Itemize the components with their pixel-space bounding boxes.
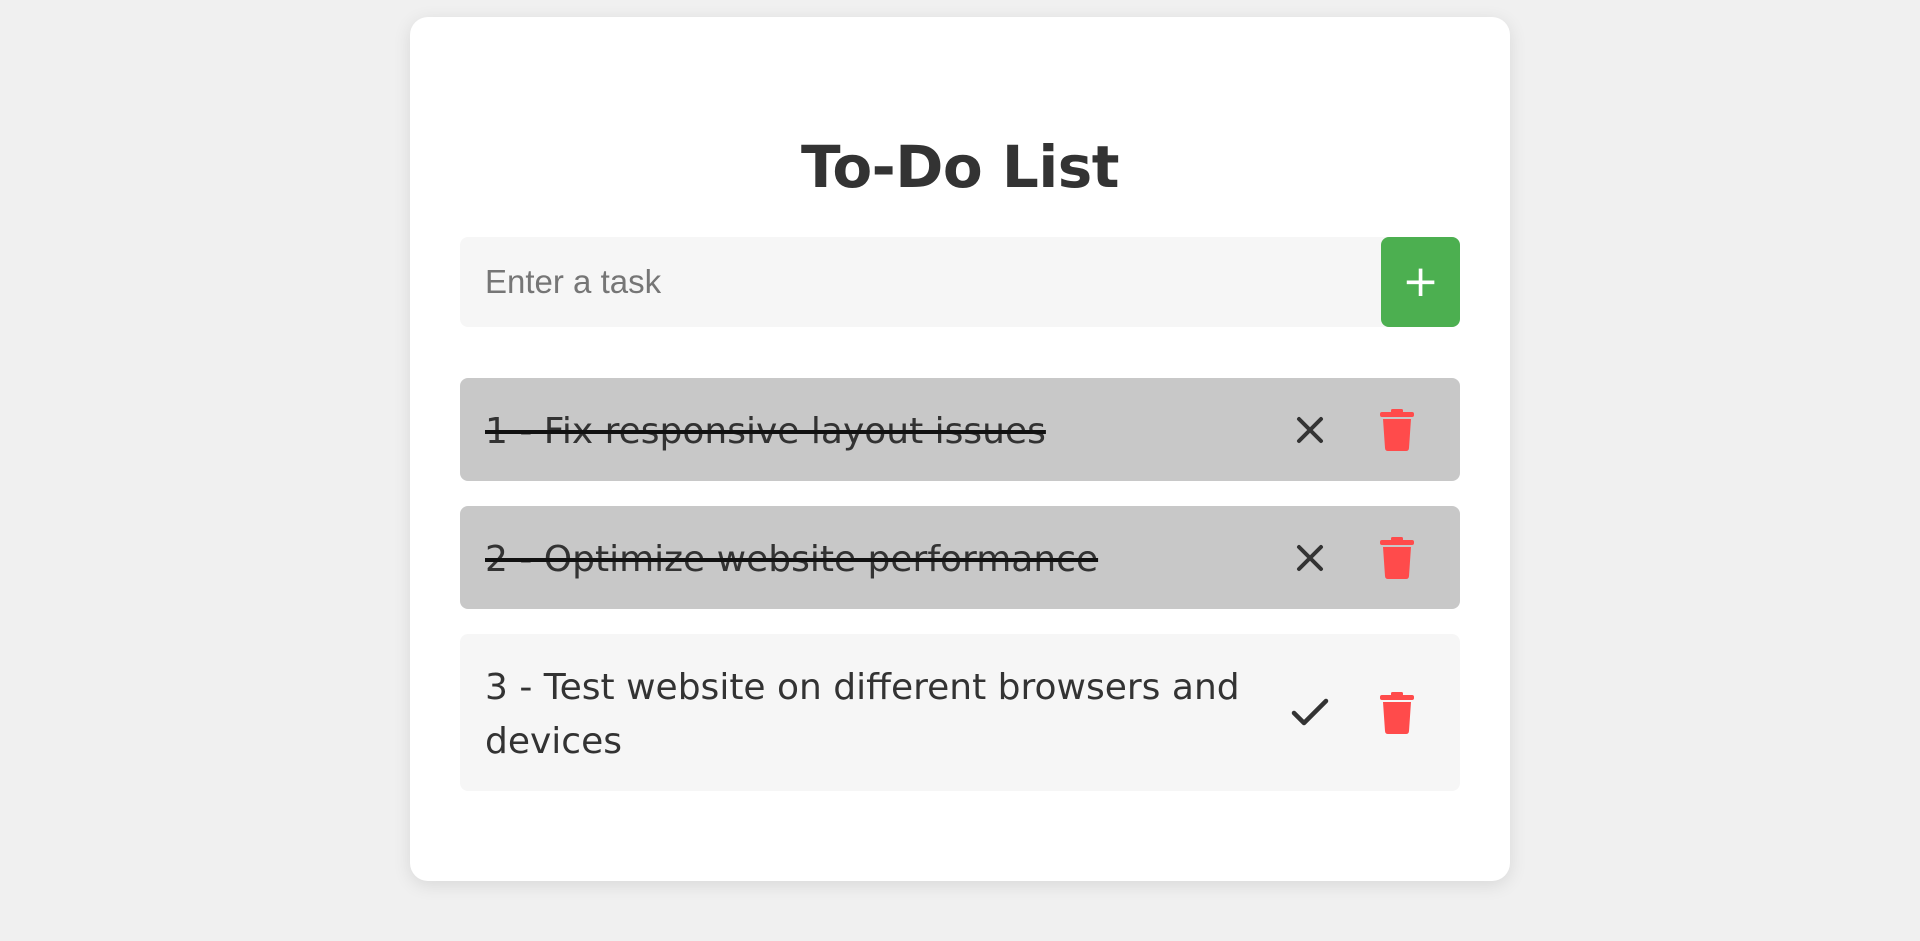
task-input[interactable]: [460, 237, 1389, 327]
add-task-form: +: [460, 237, 1460, 327]
delete-task-button[interactable]: [1370, 403, 1424, 457]
todo-card: To-Do List + 1 - Fix responsive layout i…: [410, 17, 1510, 881]
task-item: 3 - Test website on different browsers a…: [460, 634, 1460, 791]
uncomplete-task-button[interactable]: [1283, 403, 1337, 457]
close-icon: [1297, 544, 1323, 571]
check-icon: [1291, 698, 1329, 725]
task-list: 1 - Fix responsive layout issues 2 - Opt…: [460, 378, 1460, 816]
delete-task-button[interactable]: [1370, 531, 1424, 585]
task-text: 2 - Optimize website performance: [485, 538, 1099, 580]
task-item: 2 - Optimize website performance: [460, 506, 1460, 609]
page-title: To-Do List: [800, 133, 1120, 201]
task-text: 1 - Fix responsive layout issues: [485, 410, 1046, 452]
add-task-button[interactable]: +: [1381, 237, 1460, 327]
complete-task-button[interactable]: [1283, 686, 1337, 740]
task-text: 3 - Test website on different browsers a…: [485, 666, 1240, 762]
close-icon: [1297, 416, 1323, 443]
trash-icon: [1380, 691, 1414, 734]
trash-icon: [1380, 408, 1414, 451]
delete-task-button[interactable]: [1370, 686, 1424, 740]
uncomplete-task-button[interactable]: [1283, 531, 1337, 585]
task-item: 1 - Fix responsive layout issues: [460, 378, 1460, 481]
trash-icon: [1380, 536, 1414, 579]
